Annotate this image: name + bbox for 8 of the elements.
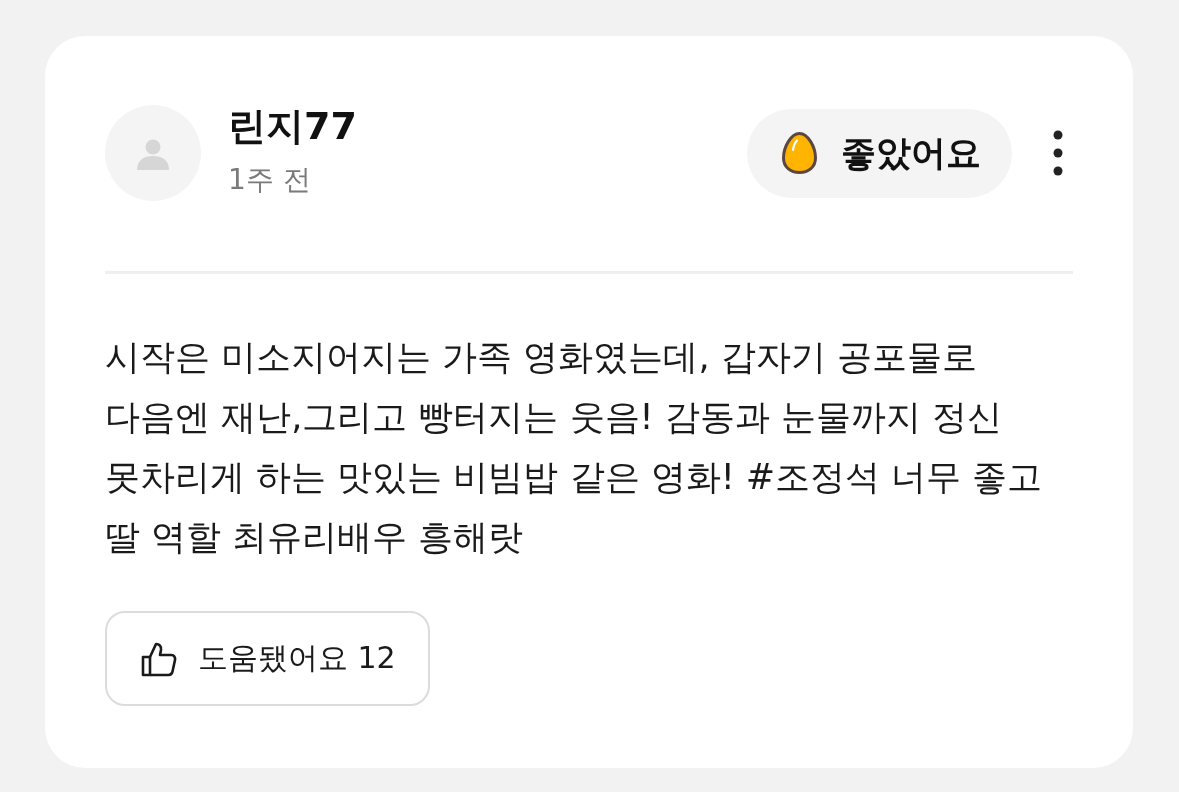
more-icon[interactable] [1053,130,1063,176]
helpful-button[interactable]: 도움됐어요 12 [105,611,430,706]
avatar-icon [105,105,201,201]
post-time: 1주 전 [228,162,311,198]
reaction-label: 좋았어요 [841,131,981,175]
egg-icon [782,132,817,174]
review-text: 시작은 미소지어지는 가족 영화였는데, 갑자기 공포물로 다음엔 재난,그리고 빵터지는 웃음! 감동과 눈물까지 정신 못차리게 하는 맛있는 비빔밥 같은 영화! #조정석 너무 좋고 딸 역할 최유리배우 흥해랏 [105,336,1044,559]
author-name: 린지77 [228,103,357,150]
